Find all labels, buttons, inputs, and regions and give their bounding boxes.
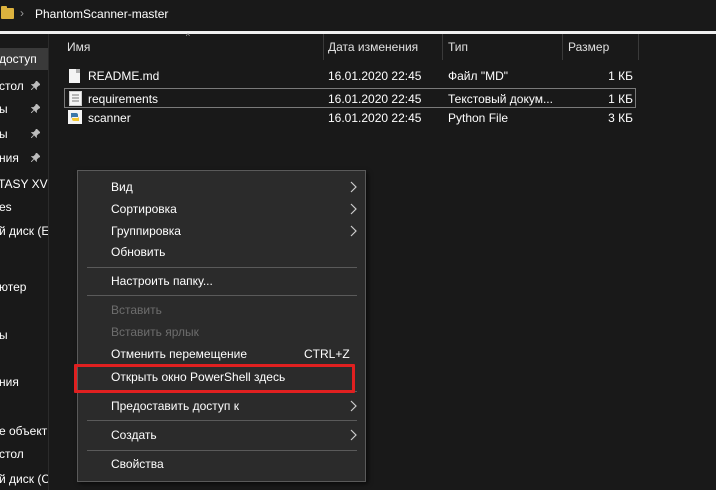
- nav-item-label: ы: [0, 324, 8, 346]
- file-name: scanner: [88, 111, 131, 125]
- nav-item-label: й диск (C: [0, 472, 48, 486]
- menu-item-paste-shortcut: Вставить ярлык: [78, 321, 365, 343]
- file-row-readme[interactable]: README.md 16.01.2020 22:45 Файл "MD" 1 К…: [64, 66, 636, 86]
- nav-item-3d-objects[interactable]: е объекты: [0, 420, 48, 442]
- nav-item-label: й диск (E: [0, 224, 48, 238]
- menu-item-label: Вставить ярлык: [111, 325, 199, 339]
- nav-item-downloads[interactable]: ы: [0, 98, 48, 120]
- context-menu[interactable]: Вид Сортировка Группировка Обновить Наст…: [77, 170, 366, 482]
- file-type: Текстовый докум...: [448, 92, 553, 106]
- menu-item-group[interactable]: Группировка: [78, 220, 365, 242]
- file-date: 16.01.2020 22:45: [328, 111, 422, 125]
- nav-item-documents-2[interactable]: ы: [0, 324, 48, 346]
- menu-item-view[interactable]: Вид: [78, 176, 365, 198]
- chevron-right-icon: [350, 400, 357, 412]
- column-divider[interactable]: [638, 34, 639, 60]
- nav-item-quick-access[interactable]: доступ: [0, 48, 48, 70]
- menu-item-label: Обновить: [111, 245, 166, 259]
- file-name: README.md: [88, 69, 160, 83]
- menu-item-label: Настроить папку...: [111, 274, 213, 288]
- nav-item-drive-e[interactable]: й диск (E: [0, 220, 48, 242]
- file-row-requirements[interactable]: requirements 16.01.2020 22:45 Текстовый …: [64, 88, 636, 108]
- nav-item-desktop-2[interactable]: стол: [0, 443, 48, 465]
- file-type: Файл "MD": [448, 69, 509, 83]
- nav-item-label: стол: [0, 447, 24, 461]
- menu-item-properties[interactable]: Свойства: [78, 453, 365, 475]
- nav-item-desktop[interactable]: стол: [0, 75, 48, 97]
- menu-item-sort[interactable]: Сортировка: [78, 198, 365, 220]
- menu-separator: [87, 450, 357, 451]
- nav-item-label: ы: [0, 98, 8, 120]
- pin-icon: [31, 104, 40, 113]
- nav-item-label: доступ: [0, 52, 37, 66]
- file-size: 1 КБ: [608, 69, 633, 83]
- pin-icon: [31, 153, 40, 162]
- nav-item-documents[interactable]: ы: [0, 123, 48, 145]
- chevron-right-icon: [350, 429, 357, 441]
- pin-icon: [31, 81, 40, 90]
- breadcrumb-separator-icon[interactable]: ›: [20, 6, 24, 20]
- pin-icon: [31, 129, 40, 138]
- menu-item-label: Группировка: [111, 224, 181, 238]
- menu-item-label: Предоставить доступ к: [111, 399, 239, 413]
- python-file-icon: [68, 110, 82, 124]
- highlight-annotation: [74, 364, 355, 393]
- file-name: requirements: [88, 92, 159, 106]
- nav-item-label: ютер: [0, 280, 27, 294]
- file-date: 16.01.2020 22:45: [328, 92, 422, 106]
- chevron-right-icon: [350, 203, 357, 215]
- menu-item-new[interactable]: Создать: [78, 424, 365, 446]
- menu-item-label: Сортировка: [111, 202, 177, 216]
- menu-separator: [87, 267, 357, 268]
- nav-item-label: ния: [0, 375, 19, 389]
- nav-item-label: ы: [0, 123, 8, 145]
- chevron-right-icon: [350, 181, 357, 193]
- column-header-size[interactable]: Размер: [563, 34, 638, 60]
- nav-item-images-2[interactable]: ния: [0, 371, 48, 393]
- menu-item-refresh[interactable]: Обновить: [78, 241, 365, 263]
- folder-icon: [1, 6, 14, 19]
- menu-item-label: Отменить перемещение: [111, 347, 248, 361]
- nav-item-folder-1[interactable]: TASY XV: [0, 173, 48, 195]
- menu-item-label: Свойства: [111, 457, 164, 471]
- column-header-type[interactable]: Тип: [443, 34, 563, 60]
- address-bar[interactable]: › PhantomScanner-master: [0, 0, 716, 31]
- menu-item-label: Вид: [111, 180, 133, 194]
- nav-item-images[interactable]: ния: [0, 147, 48, 169]
- document-icon: [69, 69, 80, 83]
- column-header-label: Дата изменения: [328, 40, 419, 54]
- menu-separator: [87, 420, 357, 421]
- nav-item-label: е объекты: [0, 424, 48, 438]
- file-date: 16.01.2020 22:45: [328, 69, 422, 83]
- file-size: 1 КБ: [608, 92, 633, 106]
- menu-item-label: Вставить: [111, 303, 162, 317]
- menu-item-customize-folder[interactable]: Настроить папку...: [78, 270, 365, 292]
- column-header-date[interactable]: Дата изменения: [323, 34, 443, 60]
- column-header-label: Имя: [67, 40, 91, 54]
- menu-item-label: Создать: [111, 428, 157, 442]
- menu-item-undo-move[interactable]: Отменить перемещение CTRL+Z: [78, 343, 365, 365]
- column-header-label: Тип: [448, 40, 469, 54]
- menu-item-paste: Вставить: [78, 299, 365, 321]
- nav-item-label: ния: [0, 151, 19, 165]
- menu-item-give-access[interactable]: Предоставить доступ к: [78, 395, 365, 417]
- menu-separator: [87, 295, 357, 296]
- navigation-pane[interactable]: доступ стол ы ы ния TASY XV es й диск (E…: [0, 34, 49, 490]
- file-type: Python File: [448, 111, 509, 125]
- breadcrumb-current-folder[interactable]: PhantomScanner-master: [35, 7, 168, 21]
- menu-item-shortcut: CTRL+Z: [304, 347, 350, 361]
- text-document-icon: [69, 91, 82, 106]
- file-row-scanner[interactable]: scanner 16.01.2020 22:45 Python File 3 К…: [64, 108, 636, 128]
- nav-item-label: TASY XV: [0, 177, 48, 191]
- column-header-name[interactable]: Имя: [62, 34, 324, 60]
- nav-item-drive-c[interactable]: й диск (C: [0, 468, 48, 490]
- nav-item-this-pc[interactable]: ютер: [0, 276, 48, 298]
- nav-item-label: es: [0, 200, 12, 214]
- file-size: 3 КБ: [608, 111, 633, 125]
- nav-item-folder-2[interactable]: es: [0, 196, 48, 218]
- nav-item-label: стол: [0, 79, 24, 93]
- column-header-label: Размер: [568, 40, 610, 54]
- chevron-right-icon: [350, 225, 357, 237]
